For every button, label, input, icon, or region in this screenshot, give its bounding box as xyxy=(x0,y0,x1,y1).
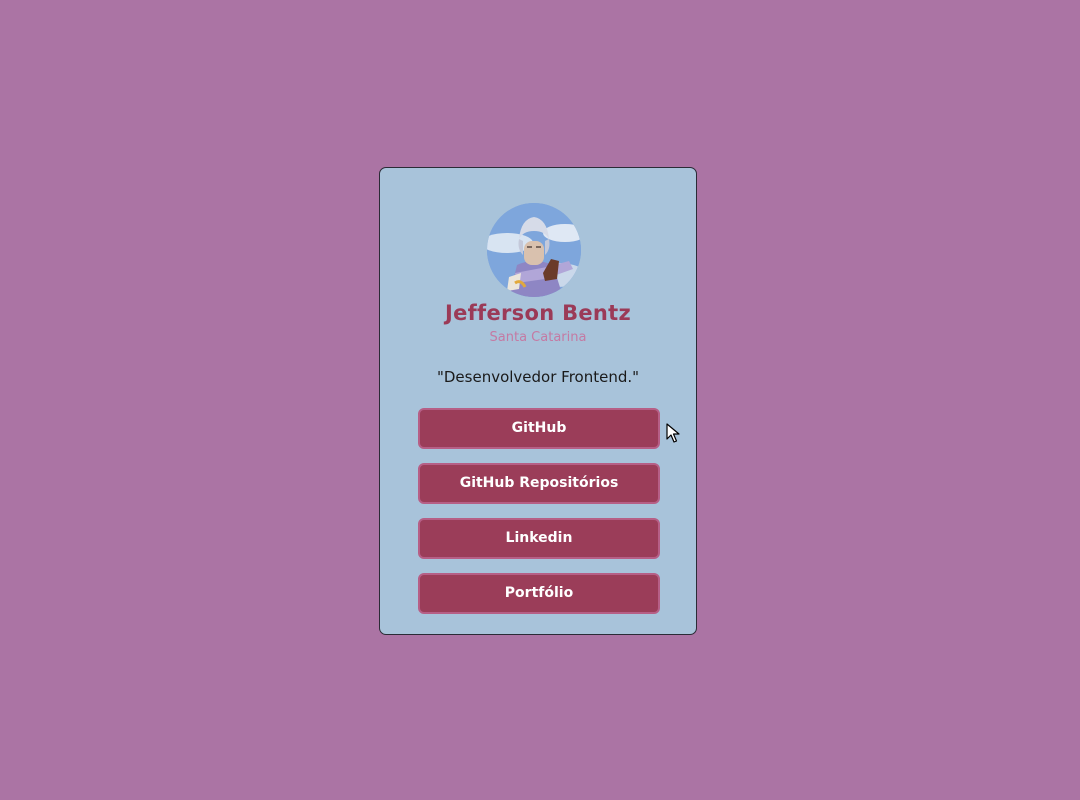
avatar-image xyxy=(487,203,581,297)
profile-location: Santa Catarina xyxy=(489,330,587,345)
mouse-cursor-icon xyxy=(666,423,680,443)
profile-card: Jefferson Bentz Santa Catarina "Desenvol… xyxy=(379,167,697,635)
github-repos-button[interactable]: GitHub Repositórios xyxy=(418,463,660,504)
linkedin-button[interactable]: Linkedin xyxy=(418,518,660,559)
profile-name: Jefferson Bentz xyxy=(444,301,632,325)
avatar xyxy=(487,203,581,297)
github-button[interactable]: GitHub xyxy=(418,408,660,449)
profile-bio: "Desenvolvedor Frontend." xyxy=(436,368,640,386)
link-list: GitHub GitHub Repositórios Linkedin Port… xyxy=(418,408,660,628)
portfolio-button[interactable]: Portfólio xyxy=(418,573,660,614)
